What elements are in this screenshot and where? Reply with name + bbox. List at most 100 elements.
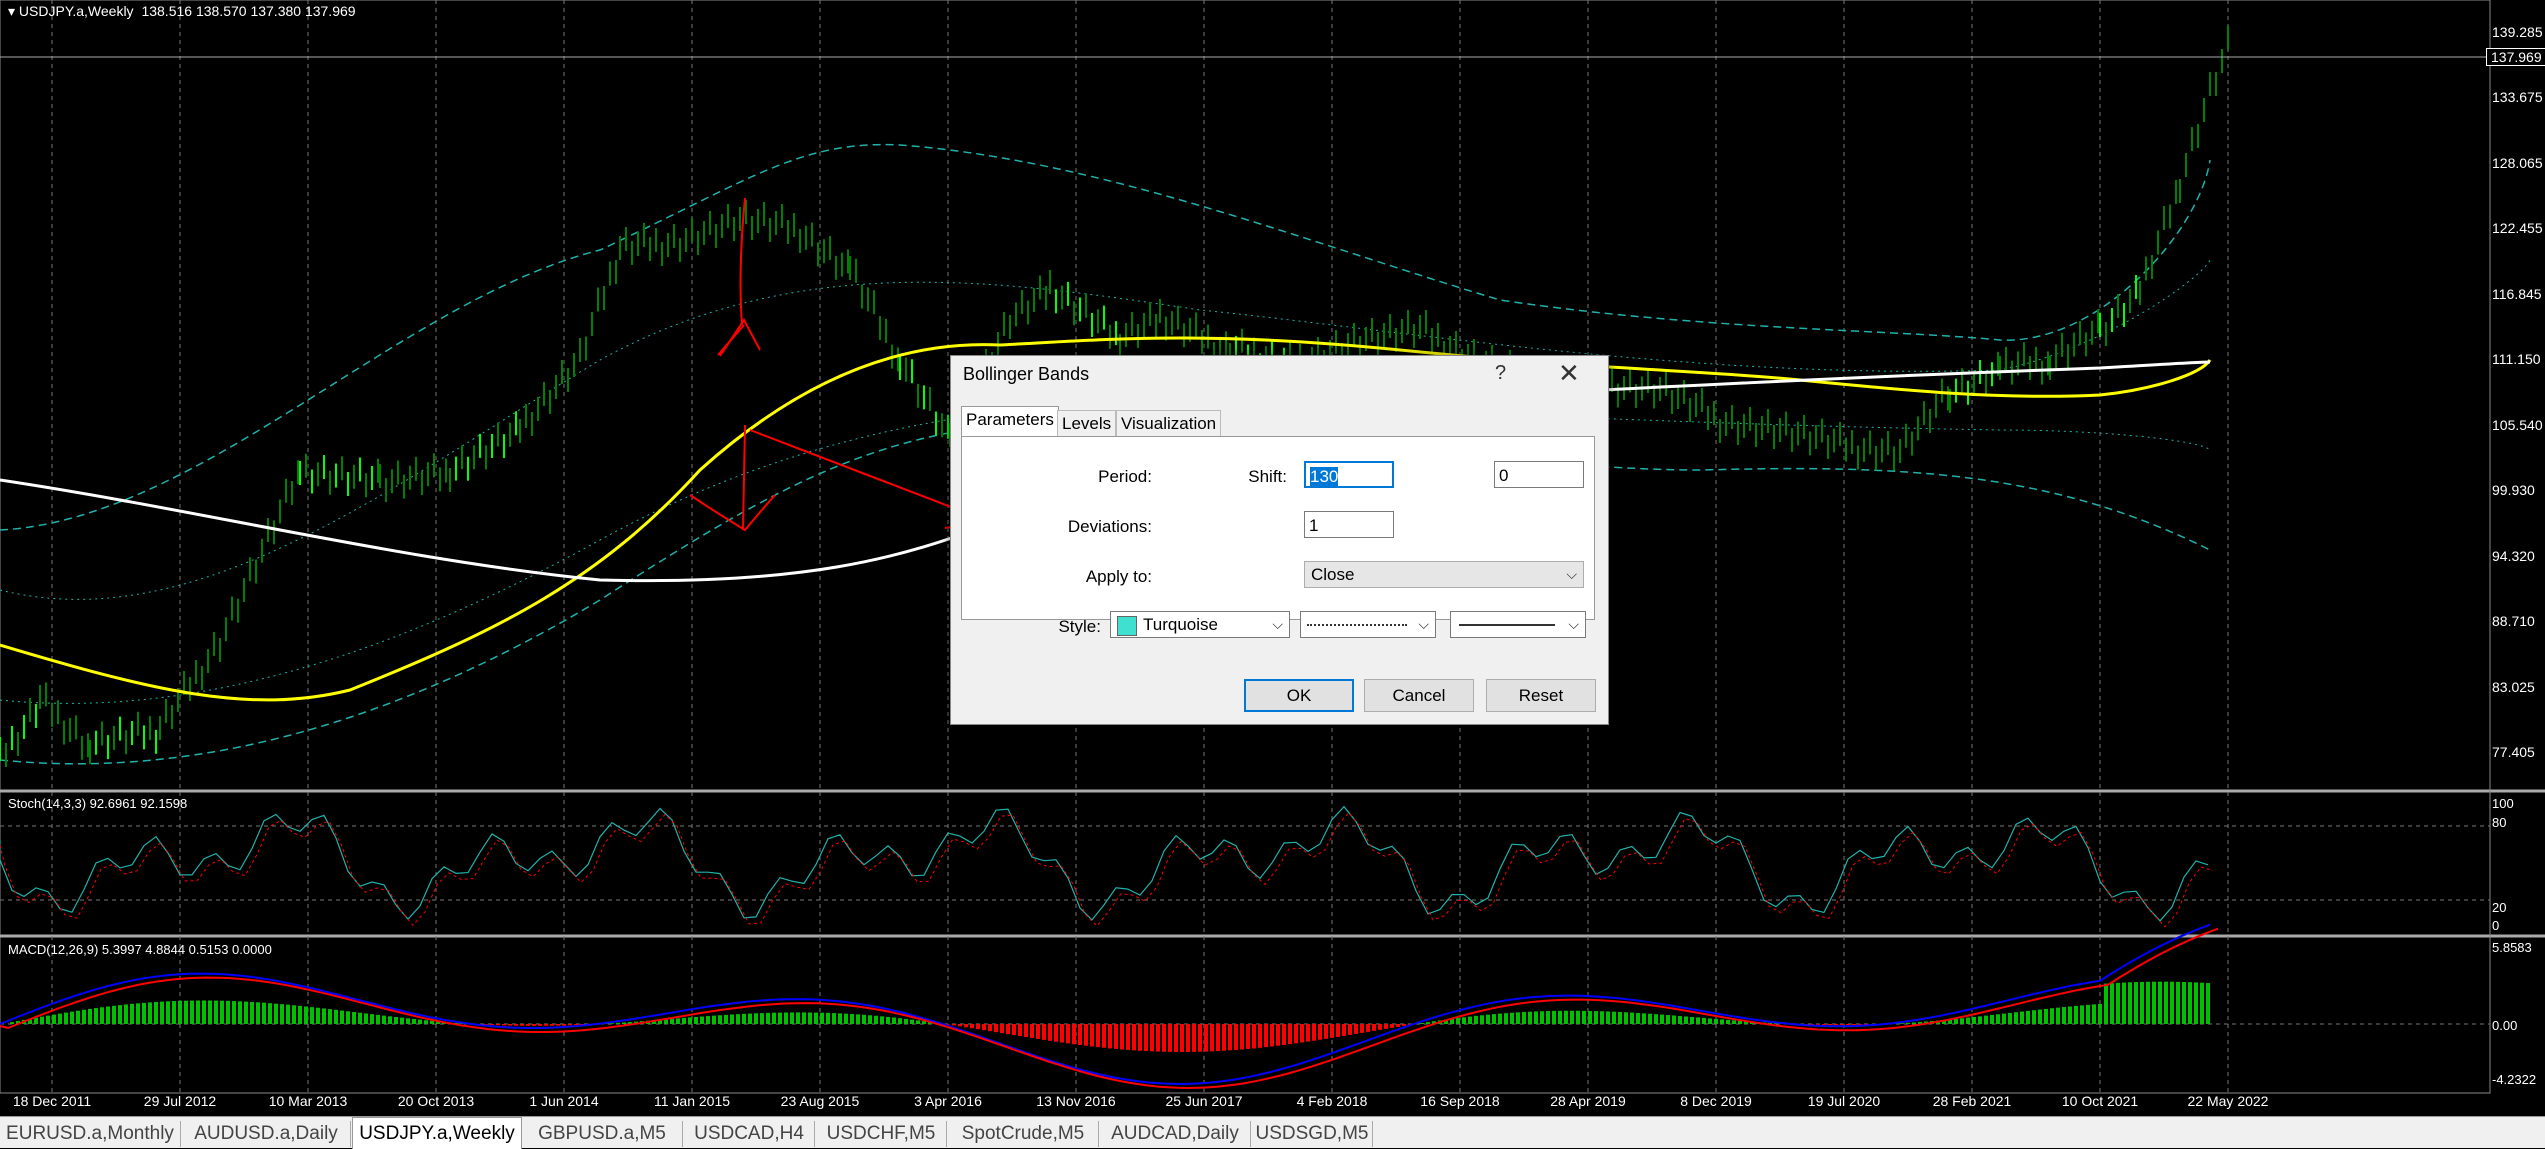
- macd-bar: [700, 1017, 704, 1024]
- macd-bar: [142, 1003, 146, 1024]
- macd-bar: [910, 1020, 914, 1024]
- macd-bar: [1402, 1024, 1406, 1026]
- stoch-level-label: 0: [2492, 918, 2499, 933]
- tab-levels[interactable]: Levels: [1057, 410, 1116, 437]
- macd-bar: [1066, 1024, 1070, 1043]
- macd-bar: [292, 1005, 296, 1024]
- macd-bar: [1510, 1013, 1514, 1024]
- tab-visualization[interactable]: Visualization: [1116, 410, 1221, 437]
- macd-bar: [238, 1001, 242, 1024]
- line-style-select[interactable]: ⌵: [1300, 611, 1436, 638]
- chart-tab[interactable]: EURUSD.a,Monthly: [0, 1121, 181, 1147]
- macd-bar: [1912, 1022, 1916, 1024]
- chart-tab[interactable]: SpotCrude,M5: [948, 1121, 1099, 1147]
- chart-tab[interactable]: GBPUSD.a,M5: [522, 1121, 683, 1147]
- macd-bar: [1630, 1013, 1634, 1024]
- macd-label: MACD(12,26,9) 5.3997 4.8844 0.5153 0.000…: [8, 942, 272, 957]
- chart-tab[interactable]: AUDCAD,Daily: [1100, 1121, 1251, 1147]
- macd-bar: [280, 1004, 284, 1024]
- macd-bar: [1162, 1024, 1166, 1052]
- macd-bar: [1012, 1024, 1016, 1035]
- macd-bar: [346, 1011, 350, 1024]
- line-width-select[interactable]: ⌵: [1450, 611, 1586, 638]
- period-label: Period:: [1098, 467, 1152, 487]
- macd-bar: [730, 1015, 734, 1024]
- macd-bar: [682, 1018, 686, 1024]
- macd-bar: [322, 1008, 326, 1024]
- macd-bar: [2032, 1010, 2036, 1024]
- macd-bar: [1690, 1017, 1694, 1024]
- chart-tab[interactable]: USDCAD,H4: [684, 1121, 815, 1147]
- stoch-level-label: 20: [2492, 900, 2506, 915]
- macd-bar: [796, 1012, 800, 1024]
- dropdown-triangle-icon[interactable]: ▾: [8, 3, 15, 19]
- shift-input[interactable]: 0: [1494, 461, 1584, 488]
- macd-bar: [1684, 1016, 1688, 1024]
- ok-button[interactable]: OK: [1244, 679, 1354, 712]
- macd-bar: [1102, 1024, 1106, 1048]
- macd-bar: [1060, 1024, 1064, 1043]
- macd-bar: [1174, 1024, 1178, 1052]
- macd-bar: [2176, 982, 2180, 1024]
- macd-bar: [514, 1024, 518, 1026]
- macd-bar: [34, 1018, 38, 1024]
- macd-bar: [1096, 1024, 1100, 1047]
- macd-bar: [190, 1001, 194, 1024]
- macd-bar: [262, 1003, 266, 1024]
- macd-bar: [2068, 1006, 2072, 1024]
- chart-tab[interactable]: USDJPY.a,Weekly: [352, 1117, 522, 1149]
- macd-bar: [382, 1016, 386, 1024]
- chevron-down-icon: ⌵: [1568, 612, 1579, 637]
- period-input[interactable]: 130: [1304, 461, 1394, 488]
- macd-bar: [988, 1024, 992, 1031]
- macd-bar: [808, 1012, 812, 1024]
- chart-tab[interactable]: USDSGD,M5: [1252, 1121, 1373, 1147]
- time-axis-label: 16 Sep 2018: [1420, 1093, 1499, 1109]
- macd-bar: [1168, 1024, 1172, 1052]
- chart-tab[interactable]: USDCHF,M5: [816, 1121, 947, 1147]
- price-axis-label: 133.675: [2492, 89, 2543, 105]
- macd-bar: [1672, 1015, 1676, 1024]
- macd-bar: [2152, 982, 2156, 1024]
- macd-bar: [1036, 1024, 1040, 1039]
- macd-bar: [160, 1002, 164, 1024]
- macd-bar: [1990, 1015, 1994, 1024]
- macd-bar: [232, 1001, 236, 1024]
- cancel-button[interactable]: Cancel: [1364, 679, 1474, 712]
- macd-bar: [526, 1024, 530, 1026]
- macd-bar: [1282, 1024, 1286, 1045]
- macd-bar: [886, 1017, 890, 1024]
- macd-bar: [616, 1023, 620, 1024]
- macd-bar: [1126, 1024, 1130, 1050]
- price-axis-label: 111.150: [2492, 351, 2541, 367]
- macd-bar: [1726, 1020, 1730, 1024]
- macd-bar: [838, 1013, 842, 1024]
- macd-bar: [112, 1006, 116, 1024]
- macd-bar: [1822, 1024, 1826, 1025]
- macd-bar: [1570, 1011, 1574, 1024]
- macd-bar: [826, 1013, 830, 1024]
- macd-bar: [1546, 1011, 1550, 1024]
- macd-bar: [1228, 1024, 1232, 1050]
- macd-bar: [1516, 1012, 1520, 1024]
- apply-to-select[interactable]: Close ⌵: [1304, 561, 1584, 588]
- macd-bar: [1384, 1024, 1388, 1029]
- macd-bar: [964, 1024, 968, 1027]
- apply-to-label: Apply to:: [1086, 567, 1152, 587]
- macd-bar: [1108, 1024, 1112, 1048]
- close-icon[interactable]: ✕: [1558, 358, 1580, 389]
- chart-tab[interactable]: AUDUSD.a,Daily: [182, 1121, 351, 1147]
- macd-bar: [2140, 982, 2144, 1024]
- help-icon[interactable]: ?: [1495, 362, 1506, 385]
- tab-parameters[interactable]: Parameters: [961, 406, 1059, 438]
- macd-bar: [2062, 1007, 2066, 1024]
- macd-bar: [958, 1024, 962, 1026]
- deviations-input[interactable]: 1: [1304, 511, 1394, 538]
- macd-bar: [1192, 1024, 1196, 1052]
- reset-button[interactable]: Reset: [1486, 679, 1596, 712]
- color-select[interactable]: Turquoise ⌵: [1110, 611, 1290, 638]
- macd-bar: [388, 1016, 392, 1024]
- price-axis-label: 116.845: [2492, 286, 2542, 302]
- price-axis-label: 99.930: [2492, 482, 2535, 498]
- macd-bar: [352, 1012, 356, 1024]
